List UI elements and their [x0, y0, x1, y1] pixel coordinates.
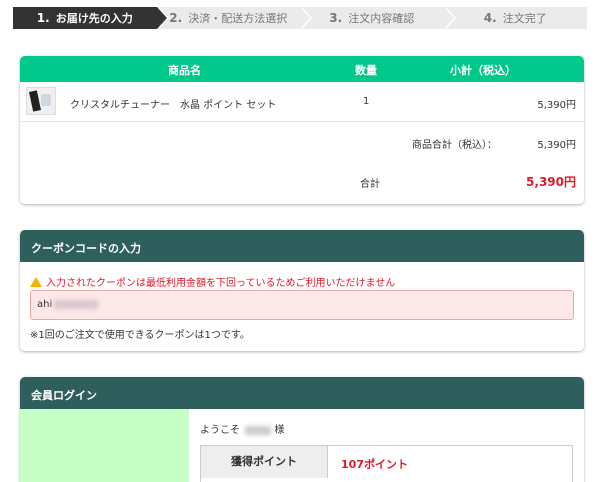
member-login-title: 会員ログイン	[20, 377, 584, 409]
step-4: 4. 注文完了	[443, 7, 587, 29]
step-number: 2.	[169, 11, 183, 25]
coupon-warning-text: 入力されたクーポンは最低利用金額を下回っているためご利用いただけません	[46, 278, 396, 289]
step-number: 3.	[329, 11, 343, 25]
coupon-warning: 入力されたクーポンは最低利用金額を下回っているためご利用いただけません	[30, 274, 395, 289]
step-number: 1.	[36, 11, 50, 25]
points-label: 獲得ポイント	[201, 446, 328, 478]
column-header-subtotal: 小計（税込）	[450, 64, 516, 77]
total-label: 合計	[360, 179, 380, 190]
checkout-steps: 1. お届け先の入力 2. 決済・配送方法選択 3. 注文内容確認 4. 注文完…	[13, 7, 587, 29]
step-number: 4.	[483, 11, 497, 25]
step-label: 決済・配送方法選択	[188, 12, 288, 25]
product-name[interactable]: クリスタルチューナー 水晶 ポイント セット	[70, 96, 276, 111]
coupon-code-value: ahi	[37, 299, 53, 310]
member-login-card: 会員ログイン ようこそ 様 獲得ポイント 107ポイント	[20, 377, 584, 482]
step-label: 注文完了	[502, 12, 547, 25]
step-3: 3. 注文内容確認	[300, 7, 456, 29]
welcome-suffix: 様	[274, 425, 285, 436]
cart-card: 商品名 数量 小計（税込） クリスタルチューナー 水晶 ポイント セット 1 5…	[20, 56, 584, 204]
cart-item-row: クリスタルチューナー 水晶 ポイント セット 1 5,390円	[20, 82, 584, 122]
coupon-title: クーポンコードの入力	[20, 230, 584, 262]
goods-total-label: 商品合計（税込）：	[412, 140, 497, 151]
step-2: 2. 決済・配送方法選択	[156, 7, 312, 29]
coupon-code-input[interactable]: ahi	[30, 290, 574, 320]
redacted-text	[54, 299, 99, 309]
product-subtotal: 5,390円	[537, 100, 576, 111]
coupon-note: ※1回のご注文で使用できるクーポンは1つです。	[30, 330, 250, 341]
column-header-name: 商品名	[168, 64, 201, 77]
goods-total-row: 商品合計（税込）： 5,390円	[20, 122, 584, 160]
cart-header: 商品名 数量 小計（税込）	[20, 56, 584, 82]
welcome-prefix: ようこそ	[200, 425, 240, 436]
welcome-message: ようこそ 様	[200, 421, 284, 436]
redacted-username	[245, 425, 272, 435]
step-1: 1. お届け先の入力	[13, 7, 169, 29]
column-header-qty: 数量	[355, 64, 377, 77]
product-quantity: 1	[363, 96, 370, 107]
step-label: 注文内容確認	[348, 12, 415, 25]
points-value: 107ポイント	[341, 458, 408, 471]
step-label: お届け先の入力	[55, 12, 133, 25]
goods-total-value: 5,390円	[537, 140, 576, 151]
member-side-panel	[20, 409, 189, 482]
coupon-card: クーポンコードの入力 入力されたクーポンは最低利用金額を下回っているためご利用い…	[20, 230, 584, 351]
total-value: 5,390円	[526, 175, 576, 189]
total-row: 合計 5,390円	[20, 160, 584, 202]
warning-triangle-icon	[30, 276, 42, 287]
points-table: 獲得ポイント 107ポイント	[200, 445, 573, 482]
product-thumbnail[interactable]	[26, 87, 56, 115]
